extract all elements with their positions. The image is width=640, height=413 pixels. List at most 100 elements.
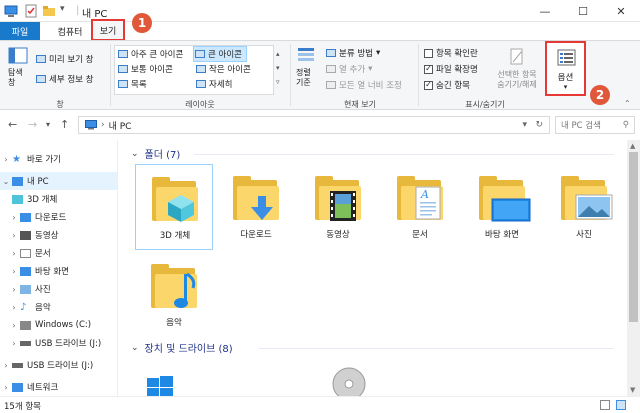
group-by-button[interactable]: 분류 방법 ▾ xyxy=(326,47,380,59)
expand-icon[interactable]: › xyxy=(8,267,20,276)
folders-section-header[interactable]: ⌄ 폴더 (7) xyxy=(131,146,180,162)
sort-by-button[interactable]: 정렬 기준 xyxy=(296,47,320,97)
details-pane-button[interactable]: 세부 정보 창 xyxy=(36,73,94,85)
forward-button[interactable]: → xyxy=(28,118,37,131)
layout-extra-large-icons[interactable]: 아주 큰 아이콘 xyxy=(118,48,183,60)
properties-icon[interactable] xyxy=(24,4,38,18)
file-extensions-toggle[interactable]: ✓ 파일 확장명 xyxy=(424,63,478,75)
add-columns-button[interactable]: 열 추가 ▾ xyxy=(326,63,372,75)
expand-icon[interactable]: › xyxy=(8,285,20,294)
back-button[interactable]: ← xyxy=(8,118,17,131)
details-view-icon[interactable] xyxy=(600,400,610,410)
scroll-down-icon[interactable]: ▼ xyxy=(630,386,635,394)
details-pane-icon xyxy=(36,75,46,83)
layout-details[interactable]: 자세히 xyxy=(196,78,232,90)
collapse-icon[interactable]: ⌄ xyxy=(0,177,12,186)
folder-item-3d-objects[interactable]: 3D 개체 xyxy=(135,164,213,250)
nav-item-windows-c[interactable]: › Windows (C:) xyxy=(0,316,117,334)
expand-icon[interactable]: › xyxy=(0,361,12,370)
layout-extra-large-label: 아주 큰 아이콘 xyxy=(131,50,184,60)
search-input[interactable]: 내 PC 검색 ⚲ xyxy=(555,116,635,134)
expand-icon[interactable]: › xyxy=(8,303,20,312)
cube-icon xyxy=(168,195,194,222)
expand-icon[interactable]: › xyxy=(8,339,20,348)
tab-computer[interactable]: 컴퓨터 xyxy=(50,22,90,40)
nav-item-documents[interactable]: › 문서 xyxy=(0,244,117,262)
layout-gallery-scroll[interactable]: ▴ ▾ ▿ xyxy=(276,47,284,89)
refresh-icon[interactable]: ↻ xyxy=(535,120,543,130)
nav-item-network[interactable]: › 네트워크 xyxy=(0,378,117,396)
up-button[interactable]: ↑ xyxy=(60,118,69,131)
folder-item-music[interactable]: 음악 xyxy=(135,252,213,338)
breadcrumb-chevron-icon: › xyxy=(101,120,105,130)
qa-dropdown-icon[interactable]: ▾ xyxy=(60,4,74,18)
collapse-ribbon-icon[interactable]: ⌃ xyxy=(624,99,631,108)
folder-item-downloads[interactable]: 다운로드 xyxy=(217,164,295,250)
fit-columns-button[interactable]: 모든 열 너비 조정 xyxy=(326,79,402,91)
title-separator: | xyxy=(76,5,80,16)
nav-item-pictures[interactable]: › 사진 xyxy=(0,280,117,298)
layout-small-icons[interactable]: 작은 아이콘 xyxy=(196,63,251,75)
collapse-icon[interactable]: ⌄ xyxy=(131,149,139,159)
nav-item-desktop[interactable]: › 바탕 화면 xyxy=(0,262,117,280)
expand-icon[interactable]: › xyxy=(8,249,20,258)
folder-item-documents[interactable]: A 문서 xyxy=(381,164,459,250)
desktop-icon xyxy=(491,198,531,222)
address-box[interactable]: › 내 PC ▾ ↻ xyxy=(78,116,550,134)
hidden-items-toggle[interactable]: ✓ 숨긴 항목 xyxy=(424,79,470,91)
large-icons-view-icon[interactable] xyxy=(616,400,626,410)
group-by-icon xyxy=(326,49,336,57)
nav-item-3d-objects[interactable]: 3D 개체 xyxy=(0,190,117,208)
nav-item-quick-access[interactable]: › ★ 바로 가기 xyxy=(0,150,117,168)
expand-icon[interactable]: › xyxy=(0,383,12,392)
nav-item-usb-j[interactable]: › USB 드라이브 (J:) xyxy=(0,334,117,352)
breadcrumb-current[interactable]: 내 PC xyxy=(109,119,132,132)
nav-item-downloads[interactable]: › 다운로드 xyxy=(0,208,117,226)
usb-drive-icon xyxy=(12,362,23,368)
vertical-scrollbar[interactable]: ▲ ▼ xyxy=(627,140,640,396)
layout-list[interactable]: 목록 xyxy=(118,78,147,90)
address-dropdown-icon[interactable]: ▾ xyxy=(522,120,527,130)
film-strip-icon xyxy=(330,191,356,221)
checkbox-checked[interactable]: ✓ xyxy=(424,64,433,74)
folder-item-videos[interactable]: 동영상 xyxy=(299,164,377,250)
layout-medium-icons[interactable]: 보통 아이콘 xyxy=(118,63,173,75)
nav-item-usb-j-root[interactable]: › USB 드라이브 (J:) xyxy=(0,356,117,374)
tab-view[interactable]: 보기 xyxy=(91,19,125,41)
item-checkboxes-toggle[interactable]: 항목 확인란 xyxy=(424,47,478,59)
document-icon: A xyxy=(415,186,441,220)
folder-item-pictures[interactable]: 사진 xyxy=(545,164,623,250)
drives-section-header[interactable]: ⌄ 장치 및 드라이브 (8) xyxy=(131,340,233,356)
download-arrow-icon xyxy=(251,196,273,220)
windows-drive-item[interactable] xyxy=(147,376,173,396)
expand-icon[interactable]: › xyxy=(8,321,20,330)
new-folder-icon[interactable] xyxy=(42,4,56,18)
nav-item-music[interactable]: › ♪ 음악 xyxy=(0,298,117,316)
scrollbar-thumb[interactable] xyxy=(629,152,638,322)
scroll-up-icon[interactable]: ▲ xyxy=(630,142,635,150)
collapse-icon[interactable]: ⌄ xyxy=(131,343,139,353)
checkbox-unchecked[interactable] xyxy=(424,48,433,58)
chevron-down-icon: ▾ xyxy=(563,83,568,91)
nav-item-videos[interactable]: › 동영상 xyxy=(0,226,117,244)
close-button[interactable]: ✕ xyxy=(602,0,640,22)
layout-large-icons[interactable]: 큰 아이콘 xyxy=(193,46,247,62)
checkbox-checked[interactable]: ✓ xyxy=(424,80,433,90)
item-checkboxes-label: 항목 확인란 xyxy=(436,49,478,59)
maximize-button[interactable]: ☐ xyxy=(564,0,602,22)
expand-icon[interactable]: › xyxy=(8,213,20,222)
hide-selected-button[interactable]: 선택한 항목 숨기기/해제 xyxy=(490,47,544,90)
expand-icon[interactable]: › xyxy=(8,231,20,240)
expand-icon[interactable]: › xyxy=(0,155,12,164)
minimize-button[interactable]: — xyxy=(526,0,564,22)
options-button[interactable]: 옵션 ▾ xyxy=(545,41,586,96)
dvd-drive-item[interactable] xyxy=(331,366,367,396)
navigation-pane-button[interactable]: 탐색 창 xyxy=(8,47,30,95)
tab-file[interactable]: 파일 xyxy=(0,22,40,40)
preview-pane-button[interactable]: 미리 보기 창 xyxy=(36,53,94,65)
music-note-icon xyxy=(174,272,196,308)
folder-item-desktop[interactable]: 바탕 화면 xyxy=(463,164,541,250)
layout-details-label: 자세히 xyxy=(209,80,233,90)
recent-dropdown-icon[interactable]: ▾ xyxy=(46,120,50,129)
nav-item-this-pc[interactable]: ⌄ 내 PC xyxy=(0,172,117,190)
